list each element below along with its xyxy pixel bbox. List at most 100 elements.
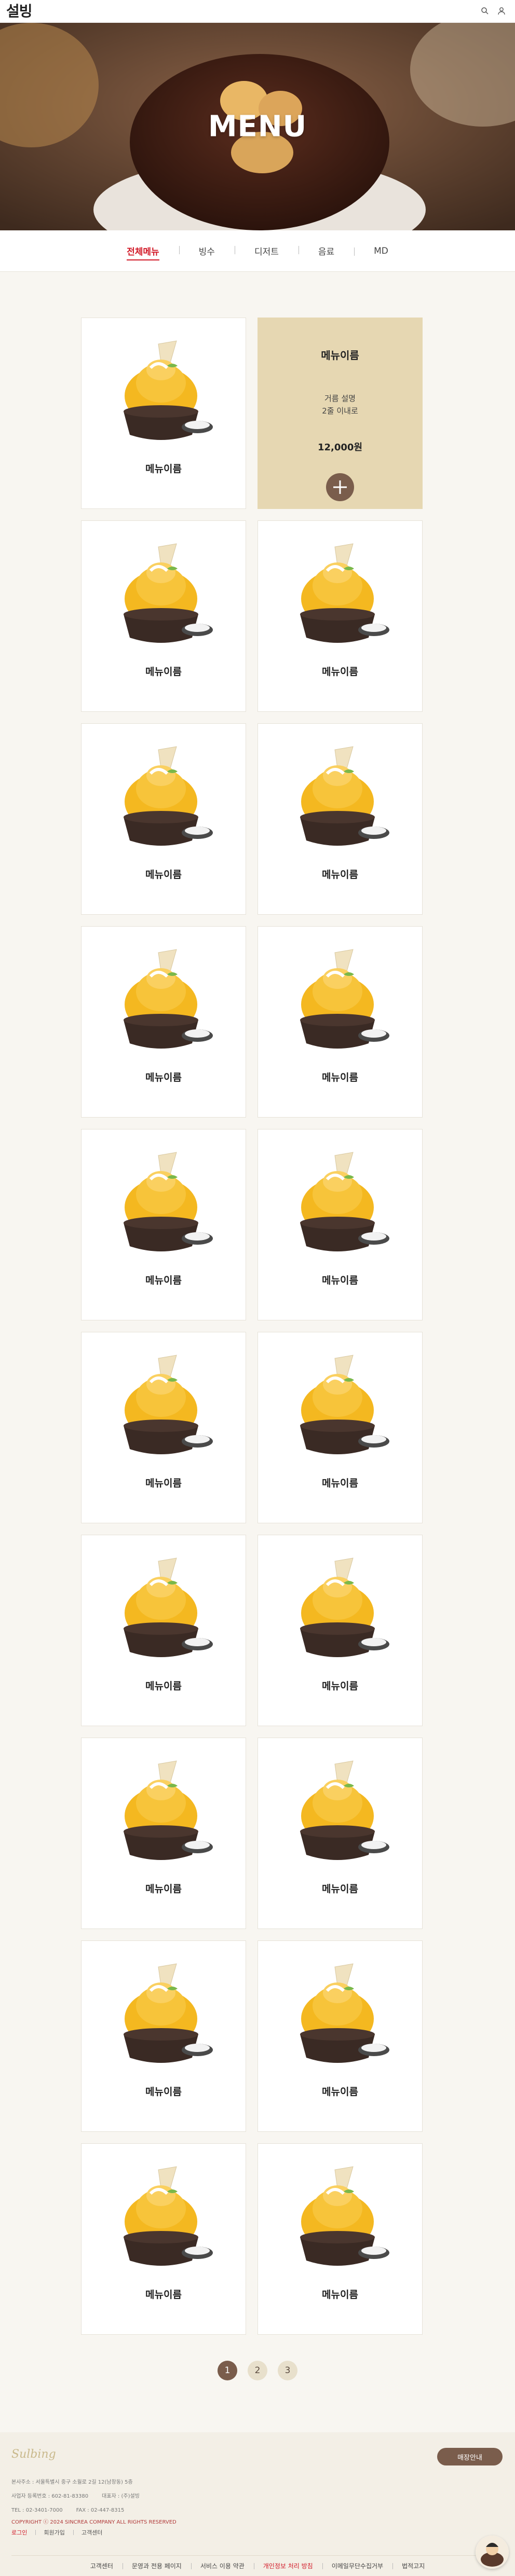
menu-name: 메뉴이름	[145, 1883, 182, 1895]
menu-card[interactable]: 메뉴이름	[258, 2143, 423, 2335]
menu-name: 메뉴이름	[322, 1072, 358, 1083]
menu-name: 메뉴이름	[322, 2289, 358, 2301]
footer-link-support[interactable]: 고객센터	[81, 2561, 123, 2570]
menu-card[interactable]: 메뉴이름	[81, 520, 246, 712]
menu-desc-line: 2줄 이내로	[322, 406, 358, 416]
bingsu-image	[300, 1760, 389, 1860]
menu-name: 메뉴이름	[145, 869, 182, 880]
menu-name: 메뉴이름	[145, 1072, 182, 1083]
menu-name: 메뉴이름	[322, 666, 358, 678]
menu-card[interactable]: 메뉴이름	[258, 520, 423, 712]
bingsu-image	[124, 543, 213, 643]
menu-name: 메뉴이름	[145, 2086, 182, 2098]
menu-desc-line: 거름 설명	[324, 394, 356, 403]
bingsu-image	[124, 1355, 213, 1454]
bingsu-image	[300, 746, 389, 846]
menu-name: 메뉴이름	[145, 1275, 182, 1286]
menu-card[interactable]: 메뉴이름	[258, 926, 423, 1118]
menu-price: 12,000원	[317, 442, 363, 453]
page-2-button[interactable]: 2	[248, 2361, 267, 2380]
footer-policy-links: 고객센터 문영과 전용 페이지 서비스 이용 약관 개인정보 처리 방침 이메일…	[11, 2555, 504, 2576]
menu-card-featured[interactable]: 메뉴이름거름 설명 2줄 이내로 12,000원	[258, 318, 423, 509]
bingsu-image	[124, 2166, 213, 2266]
page-1-button[interactable]: 1	[218, 2361, 237, 2380]
tab-dessert[interactable]: 디저트	[234, 244, 299, 257]
bingsu-image	[124, 949, 213, 1049]
brand-logo[interactable]: 설빙	[6, 4, 33, 19]
copyright: COPYRIGHT ⓒ 2024 SINCREA COMPANY ALL RIG…	[11, 2519, 177, 2525]
support-link[interactable]: 고객센터	[73, 2528, 111, 2537]
company-address: 본사주소 : 서울특별시 중구 소월로 2길 12(남창동) 5층	[11, 2479, 133, 2485]
add-icon[interactable]	[326, 473, 354, 501]
login-link[interactable]: 로그인	[11, 2528, 35, 2537]
menu-description: 거름 설명 2줄 이내로	[322, 392, 358, 417]
bingsu-image	[300, 2166, 389, 2266]
hero-banner: MENU	[0, 23, 515, 230]
top-header: 설빙	[0, 0, 515, 23]
menu-card[interactable]: 메뉴이름	[81, 318, 246, 509]
menu-card[interactable]: 메뉴이름	[258, 1332, 423, 1523]
tel-number: TEL : 02-3401-7000	[11, 2508, 63, 2513]
footer-link-owner[interactable]: 문영과 전용 페이지	[122, 2561, 191, 2570]
bingsu-image	[300, 1355, 389, 1454]
menu-card[interactable]: 메뉴이름	[258, 1535, 423, 1726]
menu-card[interactable]: 메뉴이름	[81, 1738, 246, 1929]
bingsu-image	[124, 1760, 213, 1860]
bingsu-image	[300, 1963, 389, 2063]
menu-name: 메뉴이름	[145, 2289, 182, 2301]
menu-name: 메뉴이름	[145, 463, 182, 475]
menu-card[interactable]: 메뉴이름	[81, 1940, 246, 2132]
store-guide-button[interactable]: 매장안내	[437, 2448, 503, 2465]
header-icons	[481, 7, 507, 16]
footer-link-email[interactable]: 이메일무단수집거부	[322, 2561, 392, 2570]
menu-name: 메뉴이름	[322, 1680, 358, 1692]
menu-card[interactable]: 메뉴이름	[81, 926, 246, 1118]
category-tabs: 전체메뉴 빙수 디저트 음료 MD	[0, 230, 515, 272]
menu-card[interactable]: 메뉴이름	[81, 1535, 246, 1726]
menu-name: 메뉴이름	[322, 1275, 358, 1286]
menu-card[interactable]: 메뉴이름	[258, 723, 423, 915]
footer-logo: Sulbing	[11, 2448, 56, 2461]
chat-avatar-button[interactable]	[476, 2536, 509, 2569]
bingsu-image	[300, 949, 389, 1049]
menu-card[interactable]: 메뉴이름	[81, 723, 246, 915]
menu-card[interactable]: 메뉴이름	[258, 1129, 423, 1320]
bingsu-image	[300, 543, 389, 643]
menu-name: 메뉴이름	[145, 1680, 182, 1692]
business-number: 사업자 등록번호 : 602-81-83380	[11, 2494, 89, 2499]
menu-name: 메뉴이름	[322, 1883, 358, 1895]
company-info: 본사주소 : 서울특별시 중구 소월로 2길 12(남창동) 5층 사업자 등록…	[11, 2475, 504, 2517]
menu-card[interactable]: 메뉴이름	[81, 1332, 246, 1523]
menu-name: 메뉴이름	[145, 666, 182, 678]
menu-name: 메뉴이름	[145, 1478, 182, 1489]
search-icon[interactable]	[481, 7, 490, 16]
menu-name: 메뉴이름	[322, 1478, 358, 1489]
tab-beverage[interactable]: 음료	[298, 244, 354, 257]
menu-card[interactable]: 메뉴이름	[258, 1940, 423, 2132]
footer-link-terms[interactable]: 서비스 이용 약관	[191, 2561, 254, 2570]
menu-card[interactable]: 메뉴이름	[81, 2143, 246, 2335]
bingsu-image	[124, 340, 213, 440]
pagination: 1 2 3	[0, 2361, 515, 2380]
footer-link-privacy[interactable]: 개인정보 처리 방침	[253, 2561, 322, 2570]
footer-link-legal[interactable]: 법적고지	[392, 2561, 434, 2570]
site-footer: Sulbing 매장안내 본사주소 : 서울특별시 중구 소월로 2길 12(남…	[0, 2432, 515, 2576]
menu-grid: 메뉴이름 메뉴이름 거름 설명 2줄 이내로 12,000원 메뉴이름 메뉴이름 메뉴이름 메뉴…	[81, 318, 434, 2335]
tab-bingsu[interactable]: 빙수	[179, 244, 235, 257]
bingsu-image	[124, 1558, 213, 1657]
tab-md[interactable]: MD	[354, 246, 408, 256]
menu-name: 메뉴이름	[321, 349, 359, 362]
tab-all[interactable]: 전체메뉴	[107, 244, 179, 260]
bingsu-image	[124, 1963, 213, 2063]
bingsu-image	[124, 1152, 213, 1251]
hero-title: MENU	[208, 109, 307, 144]
page-3-button[interactable]: 3	[278, 2361, 297, 2380]
menu-card[interactable]: 메뉴이름	[258, 1738, 423, 1929]
menu-name: 메뉴이름	[322, 869, 358, 880]
menu-card[interactable]: 메뉴이름	[81, 1129, 246, 1320]
user-icon[interactable]	[497, 7, 507, 16]
bingsu-image	[300, 1152, 389, 1251]
footer-account-links: 로그인 회원가입 고객센터	[11, 2528, 504, 2537]
bingsu-image	[300, 1558, 389, 1657]
signup-link[interactable]: 회원가입	[35, 2528, 73, 2537]
